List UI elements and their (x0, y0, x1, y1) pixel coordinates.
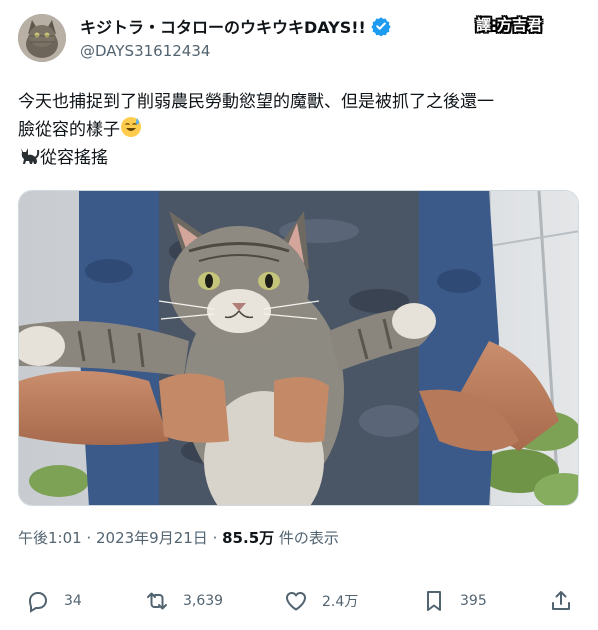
views-label: 件の表示 (274, 529, 339, 547)
like-count: 2.4万 (322, 594, 359, 610)
tweet-text-line-2: 臉從容的樣子 (18, 116, 578, 144)
user-handle[interactable]: @DAYS31612434 (80, 42, 210, 60)
verified-badge-icon (371, 17, 391, 36)
tweet-meta: 午後1:01 · 2023年9月21日 · 85.5万 件の表示 (18, 527, 339, 548)
tweet-media-image[interactable] (18, 190, 579, 506)
display-name[interactable]: キジトラ・コタローのウキウキDAYS!! (80, 14, 366, 38)
reply-button[interactable]: 34 (26, 586, 82, 616)
bookmark-icon (427, 591, 441, 611)
tweet-time[interactable]: 午後1:01 (18, 529, 82, 547)
bookmark-button[interactable]: 395 (422, 586, 487, 616)
like-button[interactable]: 2.4万 (284, 586, 358, 616)
author-name-row[interactable]: キジトラ・コタローのウキウキDAYS!! (80, 14, 391, 38)
share-icon[interactable] (549, 589, 573, 613)
meta-separator: · (207, 529, 223, 547)
meta-separator: · (81, 529, 96, 547)
tweet-text-line-1: 今天也捕捉到了削弱農民勞動慾望的魔獸、但是被抓了之後還一 (18, 92, 494, 112)
avatar[interactable] (18, 14, 66, 62)
retweet-count: 3,639 (183, 593, 224, 609)
tweet-text-line-2-text: 臉從容的樣子 (18, 120, 120, 140)
reply-count: 34 (64, 593, 82, 609)
heart-icon (286, 592, 306, 611)
tweet-text-line-3-text: 從容搖搖 (40, 148, 108, 168)
bookmark-count: 395 (460, 593, 487, 609)
translator-watermark: 譯:方吉君 (476, 14, 542, 35)
reply-icon (28, 592, 48, 613)
black-cat-emoji-icon (21, 148, 40, 164)
tweet-text: 今天也捕捉到了削弱農民勞動慾望的魔獸、但是被抓了之後還一 臉從容的樣子 從容搖搖 (18, 88, 578, 172)
views-count: 85.5万 (222, 529, 275, 547)
sweat-smile-emoji-icon (121, 117, 141, 137)
tweet-text-line-3: 從容搖搖 (18, 144, 578, 172)
cat-photo (19, 191, 578, 505)
retweet-button[interactable]: 3,639 (145, 586, 223, 616)
action-bar: 34 3,639 2.4万 395 (0, 586, 598, 616)
retweet-icon (147, 592, 167, 610)
tweet-date[interactable]: 2023年9月21日 (96, 529, 208, 547)
